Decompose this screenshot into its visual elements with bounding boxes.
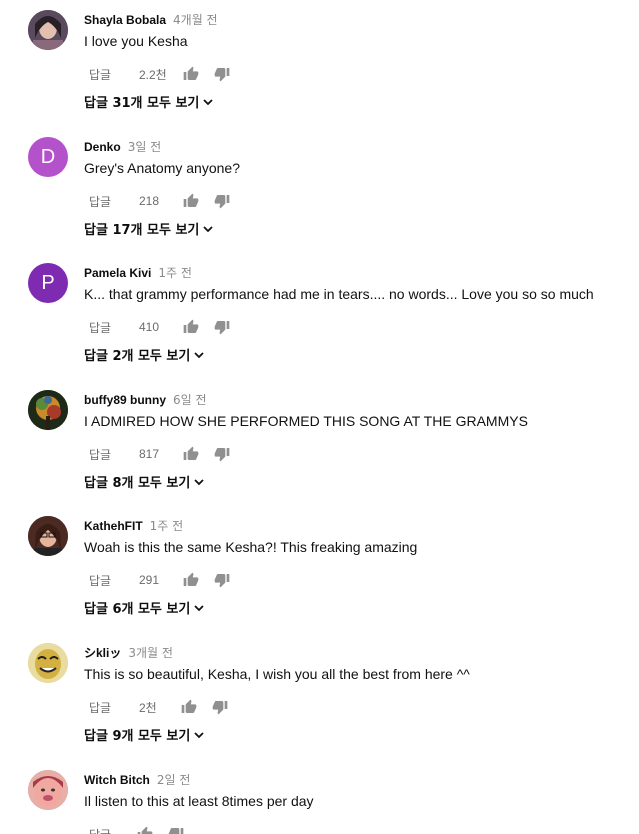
- reply-button[interactable]: 답글: [89, 699, 139, 716]
- thumbs-down-icon[interactable]: [214, 66, 230, 82]
- comment-thread: Shayla Bobala 4개월 전 I love you Kesha 답글 2…: [0, 0, 639, 126]
- comment-text: Grey's Anatomy anyone?: [84, 160, 240, 176]
- comment-time[interactable]: 4개월 전: [173, 13, 218, 27]
- thumbs-up-icon[interactable]: [137, 826, 153, 834]
- comment-time[interactable]: 6일 전: [173, 393, 207, 407]
- thumbs-up-icon[interactable]: [183, 66, 199, 82]
- thumbs-up-icon[interactable]: [181, 699, 197, 715]
- thumbs-down-icon[interactable]: [214, 572, 230, 588]
- avatar[interactable]: [28, 390, 68, 430]
- comment-text: This is so beautiful, Kesha, I wish you …: [84, 666, 470, 682]
- comment-thread: シkliッ 3개월 전 This is so beautiful, Kesha, …: [0, 633, 639, 759]
- view-replies-label: 답글 31개 모두 보기: [84, 96, 200, 111]
- thumbs-up-icon[interactable]: [183, 193, 199, 209]
- comment-author[interactable]: Witch Bitch: [84, 773, 150, 787]
- avatar-letter: D: [40, 145, 56, 168]
- view-replies-label: 답글 17개 모두 보기: [84, 223, 200, 238]
- comment-time[interactable]: 1주 전: [150, 519, 184, 533]
- chevron-down-icon: [203, 98, 214, 105]
- comment-author[interactable]: Pamela Kivi: [84, 266, 151, 280]
- chevron-down-icon: [194, 604, 204, 611]
- view-replies-label: 답글 2개 모두 보기: [84, 349, 191, 364]
- view-replies-button[interactable]: 답글 2개 모두 보기: [84, 345, 204, 364]
- comment-text: Woah is this the same Kesha?! This freak…: [84, 539, 418, 555]
- comment-author[interactable]: buffy89 bunny: [84, 393, 166, 407]
- view-replies-label: 답글 6개 모두 보기: [84, 602, 191, 617]
- view-replies-button[interactable]: 답글 17개 모두 보기: [84, 219, 214, 238]
- view-replies-button[interactable]: 답글 31개 모두 보기: [84, 92, 214, 111]
- view-replies-button[interactable]: 답글 9개 모두 보기: [84, 725, 204, 744]
- comment-thread: D Denko 3일 전 Grey's Anatomy anyone? 답글 21…: [0, 127, 639, 253]
- thumbs-down-icon[interactable]: [214, 446, 230, 462]
- avatar[interactable]: P: [28, 263, 68, 303]
- comment-author[interactable]: シkliッ: [84, 646, 121, 660]
- view-replies-label: 답글 9개 모두 보기: [84, 729, 191, 744]
- view-replies-button[interactable]: 답글 8개 모두 보기: [84, 472, 204, 491]
- reply-button[interactable]: 답글: [89, 446, 139, 463]
- comment-thread: KathehFIT 1주 전 Woah is this the same Kesh…: [0, 506, 639, 632]
- comment-actions: 답글 817: [89, 446, 230, 462]
- like-count: 817: [139, 447, 160, 461]
- like-count: 291: [139, 573, 160, 587]
- view-replies-button[interactable]: 답글 6개 모두 보기: [84, 598, 204, 617]
- avatar[interactable]: D: [28, 137, 68, 177]
- avatar[interactable]: [28, 10, 68, 50]
- comment-author[interactable]: KathehFIT: [84, 519, 143, 533]
- chevron-down-icon: [194, 478, 204, 485]
- avatar-letter: P: [41, 271, 55, 294]
- comment-time[interactable]: 3개월 전: [128, 646, 173, 660]
- reply-button[interactable]: 답글: [89, 572, 139, 589]
- comment-actions: 답글 410: [89, 319, 230, 335]
- comment-author[interactable]: Shayla Bobala: [84, 13, 166, 27]
- comment-thread: Witch Bitch 2일 전 Il listen to this at lea…: [0, 760, 639, 834]
- comment-actions: 답글 291: [89, 572, 230, 588]
- comment-actions: 답글 2.2천: [89, 66, 230, 82]
- chevron-down-icon: [194, 731, 204, 738]
- comment-thread: P Pamela Kivi 1주 전 K... that grammy perfo…: [0, 253, 639, 379]
- comment-time[interactable]: 1주 전: [158, 266, 192, 280]
- avatar[interactable]: [28, 643, 68, 683]
- chevron-down-icon: [203, 225, 214, 232]
- reply-button[interactable]: 답글: [89, 826, 137, 834]
- chevron-down-icon: [194, 351, 204, 358]
- like-count: 2천: [139, 700, 157, 715]
- comment-thread: buffy89 bunny 6일 전 I ADMIRED HOW SHE PERF…: [0, 380, 639, 506]
- reply-button[interactable]: 답글: [89, 319, 139, 336]
- thumbs-up-icon[interactable]: [183, 572, 199, 588]
- thumbs-up-icon[interactable]: [183, 446, 199, 462]
- comment-author[interactable]: Denko: [84, 140, 121, 154]
- view-replies-label: 답글 8개 모두 보기: [84, 476, 191, 491]
- comment-text: I love you Kesha: [84, 33, 188, 49]
- comment-text: K... that grammy performance had me in t…: [84, 286, 594, 302]
- reply-button[interactable]: 답글: [89, 193, 139, 210]
- thumbs-down-icon[interactable]: [212, 699, 228, 715]
- avatar[interactable]: [28, 516, 68, 556]
- comment-time[interactable]: 2일 전: [157, 773, 191, 787]
- like-count: 410: [139, 320, 160, 334]
- thumbs-down-icon[interactable]: [214, 193, 230, 209]
- comment-actions: 답글 2천: [89, 699, 228, 715]
- comment-text: Il listen to this at least 8times per da…: [84, 793, 314, 809]
- comment-time[interactable]: 3일 전: [128, 140, 162, 154]
- comment-actions: 답글: [89, 826, 184, 834]
- avatar[interactable]: [28, 770, 68, 810]
- comment-text: I ADMIRED HOW SHE PERFORMED THIS SONG AT…: [84, 413, 528, 429]
- comment-actions: 답글 218: [89, 193, 230, 209]
- thumbs-down-icon[interactable]: [168, 826, 184, 834]
- like-count: 2.2천: [139, 67, 167, 82]
- thumbs-up-icon[interactable]: [183, 319, 199, 335]
- thumbs-down-icon[interactable]: [214, 319, 230, 335]
- reply-button[interactable]: 답글: [89, 66, 139, 83]
- like-count: 218: [139, 194, 160, 208]
